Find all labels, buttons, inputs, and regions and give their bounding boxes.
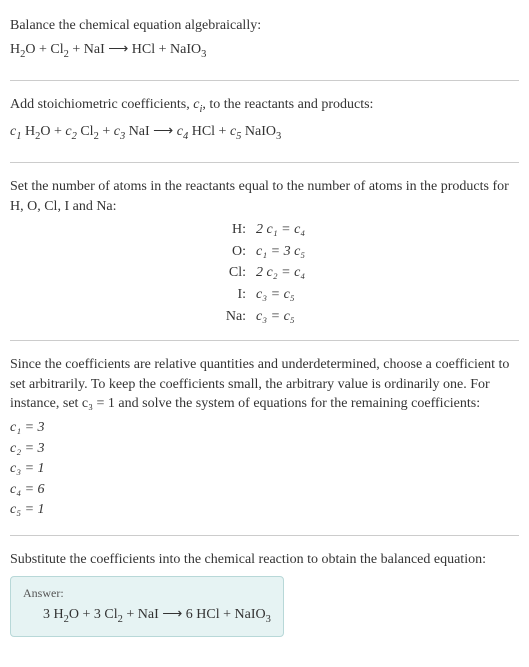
sub-3: 3 bbox=[276, 130, 281, 141]
coeff-intro: Add stoichiometric coefficients, ci, to … bbox=[10, 95, 519, 117]
c3: c3 bbox=[114, 124, 125, 139]
atom-label: H: bbox=[12, 220, 246, 240]
problem-statement: Balance the chemical equation algebraica… bbox=[10, 16, 519, 36]
divider bbox=[10, 162, 519, 163]
coeff-value: c₄ = 6 bbox=[10, 480, 519, 500]
text: Add stoichiometric coefficients, bbox=[10, 97, 193, 112]
atom-label: Cl: bbox=[12, 263, 246, 283]
section-solve: Since the coefficients are relative quan… bbox=[10, 347, 519, 529]
eq-text: H bbox=[10, 42, 20, 57]
text: Cl bbox=[77, 124, 94, 139]
solve-para: Since the coefficients are relative quan… bbox=[10, 355, 519, 414]
section-answer: Substitute the coefficients into the che… bbox=[10, 542, 519, 645]
atom-equation: c₃ = c₅ bbox=[256, 307, 519, 327]
text: 3 H bbox=[43, 607, 64, 622]
answer-intro: Substitute the coefficients into the che… bbox=[10, 550, 519, 570]
c2: c2 bbox=[65, 124, 76, 139]
c4: c4 bbox=[177, 124, 188, 139]
balanced-equation: 3 H2O + 3 Cl2 + NaI ⟶ 6 HCl + NaIO3 bbox=[23, 605, 271, 627]
atom-balance-table: H: 2 c₁ = c₄ O: c₁ = 3 c₅ Cl: 2 c₂ = c₄ … bbox=[12, 220, 519, 326]
answer-box: Answer: 3 H2O + 3 Cl2 + NaI ⟶ 6 HCl + Na… bbox=[10, 576, 284, 637]
text: NaIO bbox=[241, 124, 276, 139]
c5: c5 bbox=[230, 124, 241, 139]
atom-balance-intro: Set the number of atoms in the reactants… bbox=[10, 177, 519, 216]
text: + NaI ⟶ 6 HCl + NaIO bbox=[123, 607, 266, 622]
eq-text: + NaI ⟶ HCl + NaIO bbox=[69, 42, 201, 57]
section-atom-balance: Set the number of atoms in the reactants… bbox=[10, 169, 519, 334]
atom-equation: c₁ = 3 c₅ bbox=[256, 242, 519, 262]
coeff-value: c₂ = 3 bbox=[10, 439, 519, 459]
coeff-value: c₅ = 1 bbox=[10, 500, 519, 520]
divider bbox=[10, 535, 519, 536]
coeff-value: c₃ = 1 bbox=[10, 459, 519, 479]
coeff-equation: c1 H2O + c2 Cl2 + c3 NaI ⟶ c4 HCl + c5 N… bbox=[10, 122, 519, 144]
atom-equation: 2 c₁ = c₄ bbox=[256, 220, 519, 240]
sub-3: 3 bbox=[201, 48, 206, 59]
text: O + bbox=[40, 124, 65, 139]
atom-equation: 2 c₂ = c₄ bbox=[256, 263, 519, 283]
text: + bbox=[99, 124, 114, 139]
atom-label: I: bbox=[12, 285, 246, 305]
unbalanced-equation: H2O + Cl2 + NaI ⟶ HCl + NaIO3 bbox=[10, 40, 519, 62]
eq-text: O + Cl bbox=[25, 42, 63, 57]
divider bbox=[10, 340, 519, 341]
atom-label: O: bbox=[12, 242, 246, 262]
text: HCl + bbox=[188, 124, 230, 139]
atom-equation: c₃ = c₅ bbox=[256, 285, 519, 305]
answer-label: Answer: bbox=[23, 585, 271, 602]
coeff-solution-list: c₁ = 3 c₂ = 3 c₃ = 1 c₄ = 6 c₅ = 1 bbox=[10, 418, 519, 520]
coeff-value: c₁ = 3 bbox=[10, 418, 519, 438]
text: H bbox=[21, 124, 35, 139]
text: NaI ⟶ bbox=[125, 124, 177, 139]
text: O + 3 Cl bbox=[69, 607, 118, 622]
divider bbox=[10, 80, 519, 81]
section-coefficients: Add stoichiometric coefficients, ci, to … bbox=[10, 87, 519, 156]
sub-3: 3 bbox=[266, 614, 271, 625]
c1: c1 bbox=[10, 124, 21, 139]
atom-label: Na: bbox=[12, 307, 246, 327]
text: , to the reactants and products: bbox=[202, 97, 373, 112]
section-problem: Balance the chemical equation algebraica… bbox=[10, 8, 519, 74]
